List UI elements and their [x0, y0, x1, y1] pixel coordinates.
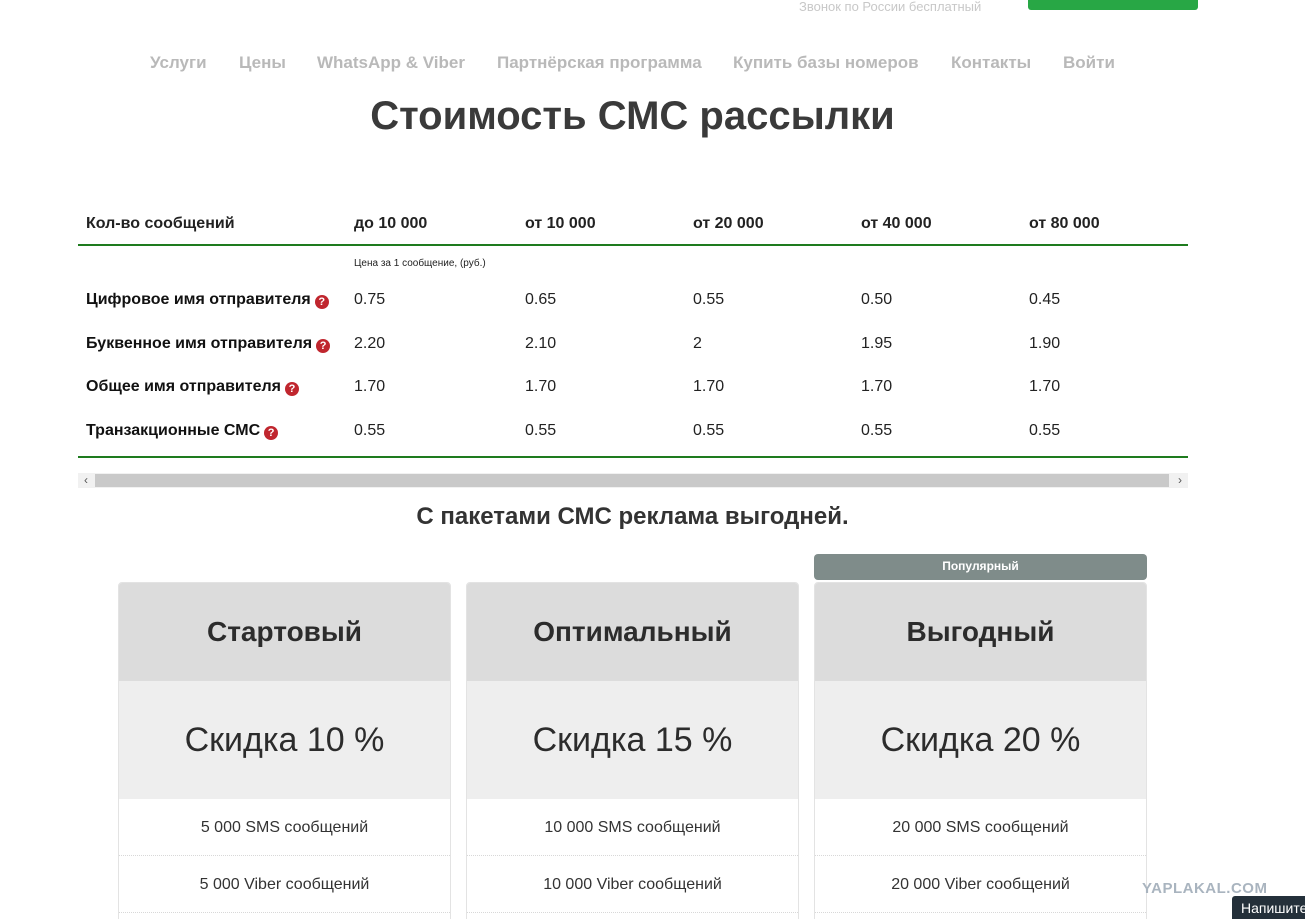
nav-item-contacts[interactable]: Контакты — [951, 52, 1031, 74]
plan-feature: 5 000 Viber сообщений — [119, 856, 450, 913]
plan-card-starter[interactable]: Стартовый Скидка 10 % 5 000 SMS сообщени… — [118, 582, 451, 919]
row-label-digital-sender: Цифровое имя отправителя — [86, 291, 311, 308]
scrollbar-thumb[interactable] — [95, 474, 1169, 487]
site-watermark: YAPLAKAL.COM — [1142, 880, 1268, 897]
price-cell: 0.65 — [525, 291, 557, 308]
table-header-row: Кол-во сообщений до 10 000 от 10 000 от … — [78, 200, 1188, 246]
nav-item-whatsapp-viber[interactable]: WhatsApp & Viber — [317, 52, 465, 74]
free-call-note: Звонок по России бесплатный — [799, 0, 982, 14]
table-row: Общее имя отправителя? 1.70 1.70 1.70 1.… — [78, 369, 1188, 413]
row-label-alpha-sender: Буквенное имя отправителя — [86, 334, 313, 352]
plan-card-optimal[interactable]: Оптимальный Скидка 15 % 10 000 SMS сообщ… — [466, 582, 799, 919]
price-table: Кол-во сообщений до 10 000 от 10 000 от … — [78, 200, 1188, 468]
table-row: Транзакционные СМС? 0.55 0.55 0.55 0.55 … — [78, 413, 1188, 457]
page-title: Стоимость СМС рассылки — [370, 94, 895, 138]
nav-item-services[interactable]: Услуги — [150, 52, 207, 74]
header-cell-tier-5: от 80 000 — [1029, 215, 1100, 232]
nav-item-partner-program[interactable]: Партнёрская программа — [497, 52, 702, 74]
price-cell: 1.95 — [861, 334, 893, 352]
header-cell-tier-4: от 40 000 — [861, 215, 932, 232]
price-note-row: Цена за 1 сообщение, (руб.) — [78, 246, 1188, 282]
packages-subtitle: С пакетами СМС реклама выгодней. — [416, 503, 849, 530]
table-bottom-border — [78, 456, 1188, 468]
plan-discount: Скидка 20 % — [815, 681, 1146, 799]
price-cell: 1.70 — [861, 378, 893, 395]
nav-item-login[interactable]: Войти — [1063, 52, 1115, 74]
help-icon[interactable]: ? — [264, 425, 279, 440]
row-label-shared-sender: Общее имя отправителя — [86, 378, 281, 395]
plan-feature: 5 000 SMS сообщений — [119, 799, 450, 856]
plan-discount: Скидка 10 % — [119, 681, 450, 799]
price-cell: 2.10 — [525, 334, 557, 352]
row-label-transactional-sms: Транзакционные СМС — [86, 421, 261, 439]
plan-name: Стартовый — [119, 583, 450, 681]
plan-feature: 20 000 Viber сообщений — [815, 856, 1146, 913]
chat-widget-button[interactable]: Напишите — [1232, 896, 1305, 919]
header-cell-tier-3: от 20 000 — [693, 215, 764, 232]
price-cell: 1.70 — [525, 378, 557, 395]
plan-name: Оптимальный — [467, 583, 798, 681]
price-cell: 1.70 — [693, 378, 725, 395]
plan-feature: 10 000 SMS сообщений — [467, 799, 798, 856]
price-cell: 2.20 — [354, 334, 386, 352]
price-cell: 0.55 — [1029, 421, 1061, 439]
header-cell-quantity: Кол-во сообщений — [86, 215, 235, 232]
callback-button[interactable] — [1028, 0, 1198, 10]
plan-card-profitable[interactable]: Выгодный Скидка 20 % 20 000 SMS сообщени… — [814, 582, 1147, 919]
table-row: Буквенное имя отправителя? 2.20 2.10 2 1… — [78, 326, 1188, 370]
scroll-left-icon[interactable]: ‹ — [78, 473, 94, 488]
header-cell-tier-1: до 10 000 — [354, 215, 428, 232]
price-cell: 0.75 — [354, 291, 386, 308]
plan-feature: 20 000 SMS сообщений — [815, 799, 1146, 856]
price-cell: 0.55 — [354, 421, 386, 439]
scroll-right-icon[interactable]: › — [1172, 473, 1188, 488]
price-cell: 0.55 — [525, 421, 557, 439]
price-cell: 2 — [693, 334, 702, 352]
table-row: Цифровое имя отправителя? 0.75 0.65 0.55… — [78, 282, 1188, 326]
main-nav: Услуги Цены WhatsApp & Viber Партнёрская… — [0, 52, 1305, 76]
plan-name: Выгодный — [815, 583, 1146, 681]
header-cell-tier-2: от 10 000 — [525, 215, 596, 232]
table-horizontal-scrollbar[interactable]: ‹ › — [78, 473, 1188, 488]
price-cell: 1.90 — [1029, 334, 1061, 352]
plan-feature: 10 000 Viber сообщений — [467, 856, 798, 913]
price-per-message-note: Цена за 1 сообщение, (руб.) — [354, 258, 486, 269]
price-cell: 0.55 — [861, 421, 893, 439]
price-cell: 0.45 — [1029, 291, 1061, 308]
nav-item-prices[interactable]: Цены — [239, 52, 286, 74]
nav-item-buy-databases[interactable]: Купить базы номеров — [733, 52, 919, 74]
price-cell: 0.55 — [693, 421, 725, 439]
help-icon[interactable]: ? — [284, 382, 299, 396]
price-cell: 0.55 — [693, 291, 725, 308]
help-icon[interactable]: ? — [314, 295, 329, 309]
popular-badge: Популярный — [814, 554, 1147, 580]
price-cell: 0.50 — [861, 291, 893, 308]
price-cell: 1.70 — [354, 378, 386, 395]
plan-discount: Скидка 15 % — [467, 681, 798, 799]
price-cell: 1.70 — [1029, 378, 1061, 395]
help-icon[interactable]: ? — [316, 338, 331, 353]
